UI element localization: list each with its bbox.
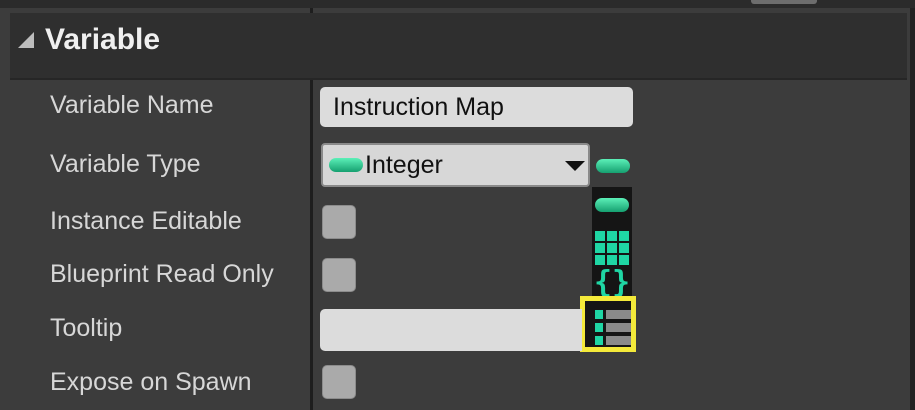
- set-icon: {}: [593, 265, 631, 300]
- variable-type-label: Variable Type: [50, 150, 201, 178]
- tooltip-label: Tooltip: [50, 314, 123, 342]
- top-tab[interactable]: [751, 0, 817, 4]
- variable-type-value: Integer: [365, 151, 443, 179]
- variable-section-header[interactable]: Variable: [10, 13, 907, 80]
- map-icon: [595, 310, 631, 346]
- blueprint-read-only-checkbox[interactable]: [322, 258, 356, 292]
- expose-on-spawn-checkbox[interactable]: [322, 365, 356, 399]
- blueprint-read-only-label: Blueprint Read Only: [50, 260, 274, 288]
- section-title: Variable: [45, 23, 161, 56]
- single-variable-icon: [595, 198, 629, 212]
- expose-on-spawn-label: Expose on Spawn: [50, 368, 252, 396]
- variable-type-dropdown[interactable]: Integer: [321, 143, 590, 187]
- integer-pin-icon: [329, 158, 363, 172]
- dropdown-arrow-icon: [565, 161, 585, 171]
- map-option[interactable]: [580, 296, 636, 352]
- collapse-triangle-icon[interactable]: [18, 32, 34, 48]
- instance-editable-checkbox[interactable]: [322, 205, 356, 239]
- tooltip-input[interactable]: [320, 309, 582, 351]
- single-variable-option[interactable]: [592, 187, 632, 227]
- array-option[interactable]: [592, 227, 632, 267]
- variable-name-label: Variable Name: [50, 91, 214, 119]
- array-icon: [595, 231, 629, 265]
- variable-name-input[interactable]: Instruction Map: [320, 87, 633, 127]
- instance-editable-label: Instance Editable: [50, 207, 242, 235]
- container-type-button[interactable]: [596, 159, 630, 173]
